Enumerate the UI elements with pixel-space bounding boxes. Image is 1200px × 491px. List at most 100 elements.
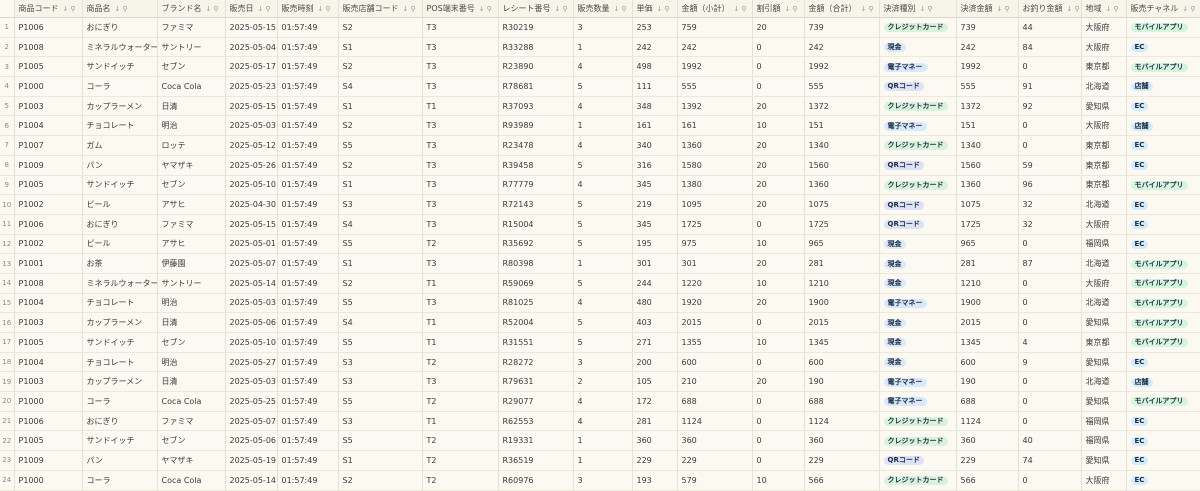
table-cell[interactable]: 480: [632, 293, 678, 314]
table-cell[interactable]: T3: [422, 214, 499, 235]
table-cell[interactable]: 1: [573, 115, 633, 137]
table-cell[interactable]: 日清: [157, 371, 226, 393]
table-cell[interactable]: 345: [632, 175, 678, 196]
table-cell[interactable]: S1: [338, 37, 423, 58]
table-row[interactable]: 6 P1004 チョコレート 明治 2025-05-03 01:57:49 S2 T3 R939…: [0, 115, 1200, 137]
table-cell[interactable]: QRコード: [879, 450, 957, 471]
filter-icon[interactable]: ⚲: [487, 5, 494, 13]
table-cell[interactable]: 360: [632, 430, 678, 452]
column-header[interactable]: 販売時刻 ↓⚲: [277, 0, 339, 18]
column-header[interactable]: 地域 ↓⚲: [1081, 0, 1127, 18]
table-cell[interactable]: S3: [338, 371, 423, 393]
filter-icon[interactable]: ⚲: [1113, 5, 1120, 13]
table-cell[interactable]: S5: [338, 293, 423, 314]
table-cell[interactable]: おにぎり: [82, 214, 158, 235]
table-cell[interactable]: 2025-05-23: [225, 76, 278, 97]
table-cell[interactable]: R19331: [498, 430, 574, 452]
table-cell[interactable]: 1560: [804, 155, 880, 176]
table-cell[interactable]: 電子マネー: [879, 56, 957, 78]
table-cell[interactable]: 739: [804, 17, 880, 38]
table-cell[interactable]: 1360: [804, 175, 880, 196]
table-cell[interactable]: 1355: [677, 332, 753, 353]
table-cell[interactable]: 281: [632, 411, 678, 432]
table-cell[interactable]: 明治: [157, 293, 226, 314]
table-cell[interactable]: 1372: [804, 96, 880, 117]
table-cell[interactable]: 2025-05-15: [225, 17, 278, 38]
table-cell[interactable]: 5: [573, 234, 633, 255]
table-cell[interactable]: 1992: [677, 56, 753, 78]
table-cell[interactable]: 975: [677, 234, 753, 255]
table-cell[interactable]: 193: [632, 470, 678, 491]
table-cell[interactable]: P1008: [14, 273, 83, 294]
table-cell[interactable]: チョコレート: [82, 352, 158, 373]
table-cell[interactable]: S1: [338, 253, 423, 274]
table-cell[interactable]: P1005: [14, 175, 83, 196]
table-cell[interactable]: 91: [1018, 76, 1082, 97]
table-cell[interactable]: EC: [1126, 37, 1200, 58]
table-cell[interactable]: EC: [1126, 234, 1200, 255]
table-cell[interactable]: 579: [677, 470, 753, 491]
table-row[interactable]: 23 P1009 パン ヤマザキ 2025-05-19 01:57:49 S1 T2 R3651…: [0, 450, 1200, 471]
table-cell[interactable]: 340: [632, 135, 678, 156]
table-cell[interactable]: 345: [632, 214, 678, 235]
table-cell[interactable]: 2025-05-26: [225, 155, 278, 176]
table-cell[interactable]: R78681: [498, 76, 574, 97]
table-cell[interactable]: 161: [632, 115, 678, 137]
table-cell[interactable]: R37093: [498, 96, 574, 117]
table-cell[interactable]: T2: [422, 470, 499, 491]
table-cell[interactable]: EC: [1126, 470, 1200, 491]
table-cell[interactable]: 242: [804, 37, 880, 58]
table-cell[interactable]: 大阪府: [1081, 37, 1127, 58]
table-cell[interactable]: クレジットカード: [879, 96, 957, 117]
table-cell[interactable]: 01:57:49: [277, 273, 339, 294]
table-cell[interactable]: 01:57:49: [277, 253, 339, 274]
table-cell[interactable]: P1009: [14, 450, 83, 471]
table-cell[interactable]: T3: [422, 37, 499, 58]
table-cell[interactable]: P1008: [14, 37, 83, 58]
table-cell[interactable]: 0: [752, 76, 805, 97]
table-cell[interactable]: 0: [1018, 411, 1082, 432]
filter-icon[interactable]: ⚲: [213, 5, 220, 13]
table-cell[interactable]: S1: [338, 450, 423, 471]
table-row[interactable]: 7 P1007 ガム ロッテ 2025-05-12 01:57:49 S5 T3 R23478 4…: [0, 135, 1200, 156]
table-cell[interactable]: P1007: [14, 135, 83, 156]
filter-icon[interactable]: ⚲: [325, 5, 332, 13]
table-cell[interactable]: 明治: [157, 352, 226, 373]
table-cell[interactable]: セブン: [157, 430, 226, 452]
table-cell[interactable]: 1: [573, 37, 633, 58]
table-cell[interactable]: P1004: [14, 352, 83, 373]
table-cell[interactable]: 2025-05-03: [225, 115, 278, 137]
table-cell[interactable]: 5: [573, 155, 633, 176]
table-cell[interactable]: 2025-05-03: [225, 371, 278, 393]
filter-icon[interactable]: ⚲: [1190, 5, 1197, 13]
table-cell[interactable]: 01:57:49: [277, 37, 339, 58]
table-cell[interactable]: Coca Cola: [157, 391, 226, 412]
table-cell[interactable]: 大阪府: [1081, 115, 1127, 137]
table-cell[interactable]: T3: [422, 135, 499, 156]
table-cell[interactable]: 348: [632, 96, 678, 117]
table-cell[interactable]: S2: [338, 56, 423, 78]
table-cell[interactable]: コーラ: [82, 391, 158, 412]
table-cell[interactable]: 01:57:49: [277, 96, 339, 117]
table-cell[interactable]: T3: [422, 371, 499, 393]
table-cell[interactable]: 965: [804, 234, 880, 255]
table-cell[interactable]: 01:57:49: [277, 115, 339, 137]
table-cell[interactable]: 1: [573, 450, 633, 471]
table-cell[interactable]: EC: [1126, 411, 1200, 432]
table-cell[interactable]: 北海道: [1081, 293, 1127, 314]
table-cell[interactable]: 1392: [677, 96, 753, 117]
column-header[interactable]: 決済金額 ↓⚲: [956, 0, 1019, 18]
column-header[interactable]: 割引額 ↓⚲: [752, 0, 805, 18]
table-row[interactable]: 3 P1005 サンドイッチ セブン 2025-05-17 01:57:49 S2 T3 R23…: [0, 56, 1200, 78]
table-cell[interactable]: T3: [422, 17, 499, 38]
table-cell[interactable]: モバイルアプリ: [1126, 56, 1200, 78]
table-cell[interactable]: クレジットカード: [879, 17, 957, 38]
table-cell[interactable]: 20: [752, 194, 805, 215]
table-cell[interactable]: 96: [1018, 175, 1082, 196]
table-cell[interactable]: S2: [338, 470, 423, 491]
filter-icon[interactable]: ⚲: [868, 5, 875, 13]
filter-icon[interactable]: ⚲: [927, 5, 934, 13]
table-cell[interactable]: 242: [677, 37, 753, 58]
filter-icon[interactable]: ⚲: [741, 5, 748, 13]
table-cell[interactable]: 1124: [804, 411, 880, 432]
